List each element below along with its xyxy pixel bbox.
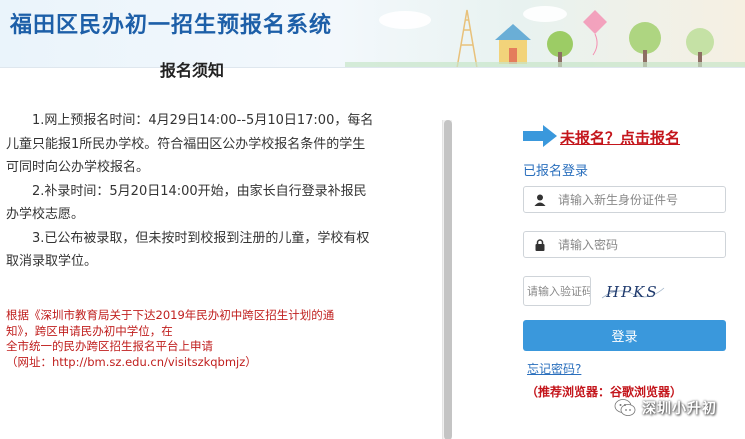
id-number-field[interactable]	[523, 186, 726, 213]
registered-login-label: 已报名登录	[523, 164, 589, 179]
watermark-text: 深圳小升初	[642, 401, 717, 417]
cross-district-note: 根据《深圳市教育局关于下达2019年民办初中跨区招生计划的通 知》，跨区申请民办…	[6, 308, 376, 370]
login-button[interactable]: 登录	[523, 320, 726, 351]
scrollbar-thumb[interactable]	[444, 120, 452, 439]
captcha-text: HPKS	[605, 283, 659, 301]
captcha-field[interactable]	[523, 276, 591, 306]
user-icon	[524, 187, 556, 212]
header-banner: 福田区民办初一招生预报名系统	[0, 0, 745, 68]
lock-icon	[524, 232, 556, 257]
password-field[interactable]	[523, 231, 726, 258]
house-illustration	[495, 24, 531, 64]
watermark: 深圳小升初	[614, 397, 717, 419]
note-line: 全市统一的民办跨区招生报名平台上申请	[6, 339, 213, 353]
forgot-password-link[interactable]: 忘记密码?	[527, 360, 581, 377]
notice-paragraph: 1.网上预报名时间：4月29日14:00--5月10日17:00，每名儿童只能报…	[6, 113, 374, 175]
header-illustration	[345, 6, 745, 67]
notice-paragraph: 3.已公布被录取，但未按时到校报到注册的儿童，学校有权取消录取学位。	[6, 230, 370, 270]
notice-title: 报名须知	[160, 61, 225, 80]
id-number-input[interactable]	[558, 187, 718, 212]
note-line: 知》，跨区申请民办初中学位，在	[6, 323, 173, 338]
note-line: 根据《深圳市教育局关于下达2019年民办初中跨区招生计划的通	[6, 308, 335, 322]
wechat-icon	[614, 399, 636, 416]
notice-paragraph: 2.补录时间：5月20日14:00开始，由家长自行登录补报民办学校志愿。	[6, 183, 367, 223]
register-link[interactable]: 未报名？点击报名	[560, 127, 680, 148]
page-title: 福田区民办初一招生预报名系统	[10, 13, 333, 38]
notice-body: 1.网上预报名时间：4月29日14:00--5月10日17:00，每名儿童只能报…	[6, 109, 376, 274]
captcha-image[interactable]: HPKS	[598, 276, 668, 306]
arrow-right-icon	[523, 125, 557, 147]
notice-scrollbar[interactable]	[442, 120, 452, 439]
password-input[interactable]	[558, 232, 718, 257]
captcha-input[interactable]	[524, 277, 590, 305]
note-line: （网址：http://bm.sz.edu.cn/visitszkqbmjz）	[6, 354, 257, 369]
tower-illustration	[456, 9, 478, 67]
